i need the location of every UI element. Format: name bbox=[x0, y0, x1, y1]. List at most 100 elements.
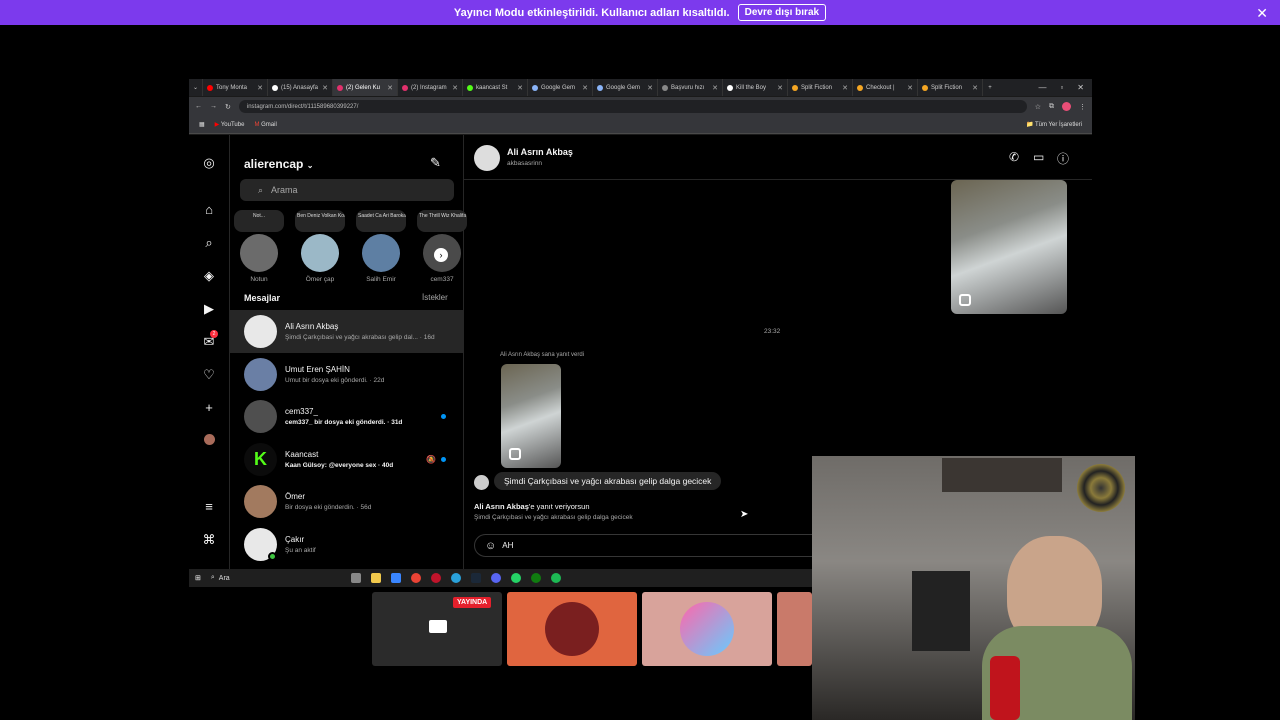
phone-call-icon[interactable]: ✆ bbox=[1009, 150, 1019, 164]
whatsapp-icon[interactable] bbox=[510, 573, 521, 583]
task-view-icon[interactable] bbox=[350, 573, 361, 583]
avatar bbox=[680, 602, 734, 656]
requests-link[interactable]: İstekler bbox=[422, 293, 448, 302]
bookmark-star-icon[interactable]: ☆ bbox=[1035, 103, 1041, 111]
apps-icon[interactable]: ▦ bbox=[199, 121, 205, 128]
new-tab-button[interactable]: + bbox=[983, 79, 997, 96]
search-icon[interactable]: ⌕ bbox=[201, 235, 217, 251]
info-icon[interactable]: ⓘ bbox=[1057, 150, 1069, 167]
chrome-icon[interactable] bbox=[410, 573, 421, 583]
browser-tab[interactable]: Google Gem ✕ bbox=[593, 79, 658, 96]
conversation-item[interactable]: Ali Asrın Akbaş Şimdi Çarkçıbasi ve yağcı… bbox=[230, 310, 464, 353]
browser-tab[interactable]: Split Fiction ✕ bbox=[788, 79, 853, 96]
search-input[interactable]: ⌕ Arama bbox=[240, 179, 454, 201]
windows-start-icon[interactable]: ⊞ bbox=[195, 574, 201, 582]
telegram-icon[interactable] bbox=[450, 573, 461, 583]
disable-streamer-mode-button[interactable]: Devre dışı bırak bbox=[737, 4, 827, 21]
instagram-logo-icon[interactable]: ◎ bbox=[201, 155, 217, 171]
streamer-mode-message: Yayıncı Modu etkinleştirildi. Kullanıcı … bbox=[453, 6, 730, 19]
opera-icon[interactable] bbox=[430, 573, 441, 583]
story-note[interactable]: The Thrill Wiz Khalifa cem337 bbox=[417, 210, 467, 283]
xbox-icon[interactable] bbox=[530, 573, 541, 583]
tab-close-icon[interactable]: ✕ bbox=[907, 84, 913, 92]
tab-close-icon[interactable]: ✕ bbox=[972, 84, 978, 92]
new-message-icon[interactable]: ✎ bbox=[430, 155, 441, 171]
tab-close-icon[interactable]: ✕ bbox=[777, 84, 783, 92]
browser-tab[interactable]: (2) Instagram ✕ bbox=[398, 79, 463, 96]
menu-icon[interactable]: ⋮ bbox=[1079, 103, 1086, 111]
store-icon[interactable] bbox=[390, 573, 401, 583]
story-note[interactable]: Ben Deniz Volkan Konak Ömer çap bbox=[295, 210, 345, 283]
conversation-item[interactable]: Ömer Bir dosya eki gönderdin. · 56d bbox=[230, 480, 464, 523]
peer-name[interactable]: Ali Asrın Akbaş bbox=[507, 147, 573, 157]
home-icon[interactable]: ⌂ bbox=[201, 202, 217, 218]
all-bookmarks[interactable]: 📁 Tüm Yer İşaretleri bbox=[1026, 121, 1082, 128]
tab-close-icon[interactable]: ✕ bbox=[322, 84, 328, 92]
participant-tile[interactable] bbox=[642, 592, 772, 666]
close-icon[interactable]: ✕ bbox=[1256, 5, 1268, 22]
conversation-item[interactable]: cem337_ cem337_ bir dosya eki gönderdi. ·… bbox=[230, 395, 464, 438]
file-explorer-icon[interactable] bbox=[370, 573, 381, 583]
tab-close-icon[interactable]: ✕ bbox=[517, 84, 523, 92]
peer-avatar[interactable] bbox=[474, 145, 500, 171]
browser-tab[interactable]: Google Gem ✕ bbox=[528, 79, 593, 96]
messages-icon[interactable]: ✉ 2 bbox=[201, 330, 218, 350]
tab-close-icon[interactable]: ✕ bbox=[257, 84, 263, 92]
tab-close-icon[interactable]: ✕ bbox=[582, 84, 588, 92]
tab-close-icon[interactable]: ✕ bbox=[452, 84, 458, 92]
reel-message[interactable] bbox=[951, 180, 1067, 314]
message-bubble[interactable]: Şimdi Çarkçıbasi ve yağcı akrabası gelip… bbox=[494, 472, 722, 490]
tab-close-icon[interactable]: ✕ bbox=[712, 84, 718, 92]
browser-tab[interactable]: Kill the Boy ✕ bbox=[723, 79, 788, 96]
taskbar: ⊞ ⌕ Ara bbox=[189, 569, 812, 587]
browser-tab[interactable]: Checkout | ✕ bbox=[853, 79, 918, 96]
discord-icon[interactable] bbox=[490, 573, 501, 583]
story-note[interactable]: Not... Notun bbox=[234, 210, 284, 283]
browser-tab[interactable]: (2) Gelen Ku ✕ bbox=[333, 79, 398, 96]
stories-next-icon[interactable]: › bbox=[434, 248, 448, 262]
profile-avatar[interactable] bbox=[201, 433, 217, 449]
conversation-item[interactable]: K Kaancast Kaan Gülsoy: @everyone sex · 40… bbox=[230, 438, 464, 481]
reels-icon[interactable]: ▶ bbox=[201, 301, 217, 317]
conversation-item[interactable]: Umut Eren ŞAHİN Umut bir dosya eki gönder… bbox=[230, 353, 464, 396]
chevron-down-icon: ⌄ bbox=[306, 161, 314, 170]
conversation-item[interactable]: Çakır Şu an aktif bbox=[230, 523, 464, 566]
url-field[interactable]: instagram.com/direct/t/111589680399227/ bbox=[238, 100, 1027, 113]
create-plus-icon[interactable]: + bbox=[201, 400, 217, 416]
notifications-heart-icon[interactable]: ♡ bbox=[201, 367, 217, 383]
emoji-icon[interactable]: ☺ bbox=[485, 540, 496, 552]
profile-avatar[interactable] bbox=[1062, 102, 1071, 111]
story-note[interactable]: Saadet Ca Ari Barokan Salih Emir bbox=[356, 210, 406, 283]
taskbar-search[interactable]: ⌕ Ara bbox=[211, 574, 341, 582]
bookmark-youtube[interactable]: ▶ YouTube bbox=[215, 121, 245, 128]
browser-tab[interactable]: kaancast St ✕ bbox=[463, 79, 528, 96]
tab-favicon-icon bbox=[337, 84, 343, 91]
maximize-icon[interactable]: ▫ bbox=[1060, 83, 1063, 92]
tab-close-icon[interactable]: ✕ bbox=[387, 84, 393, 92]
participant-tile[interactable] bbox=[507, 592, 637, 666]
meta-apps-icon[interactable]: ⌘ bbox=[201, 532, 217, 548]
participant-tile[interactable] bbox=[777, 592, 812, 666]
tab-close-icon[interactable]: ✕ bbox=[842, 84, 848, 92]
video-call-icon[interactable]: ▭ bbox=[1033, 150, 1044, 164]
address-bar-row: ← → ↻ instagram.com/direct/t/11158968039… bbox=[189, 97, 1092, 116]
extensions-icon[interactable]: ⧉ bbox=[1049, 103, 1054, 111]
tab-list-button[interactable]: ⌄ bbox=[189, 79, 203, 96]
bookmark-gmail[interactable]: M Gmail bbox=[254, 122, 276, 128]
minimize-icon[interactable]: — bbox=[1038, 83, 1046, 92]
tab-close-icon[interactable]: ✕ bbox=[647, 84, 653, 92]
browser-tab[interactable]: Başvuru hızı ✕ bbox=[658, 79, 723, 96]
window-close-icon[interactable]: ✕ bbox=[1077, 83, 1084, 92]
back-icon[interactable]: ← bbox=[195, 103, 202, 110]
browser-tab[interactable]: Split Fiction ✕ bbox=[918, 79, 983, 96]
steam-icon[interactable] bbox=[470, 573, 481, 583]
reel-message[interactable] bbox=[501, 364, 561, 468]
browser-tab[interactable]: Tony Monta ✕ bbox=[203, 79, 268, 96]
reload-icon[interactable]: ↻ bbox=[225, 103, 231, 111]
account-switcher[interactable]: alierencap ⌄ bbox=[244, 157, 313, 171]
forward-icon[interactable]: → bbox=[210, 103, 217, 110]
explore-icon[interactable]: ◈ bbox=[201, 268, 217, 284]
browser-tab[interactable]: (15) Anasayfa ✕ bbox=[268, 79, 333, 96]
spotify-icon[interactable] bbox=[550, 573, 561, 583]
more-menu-icon[interactable]: ≡ bbox=[201, 499, 217, 515]
